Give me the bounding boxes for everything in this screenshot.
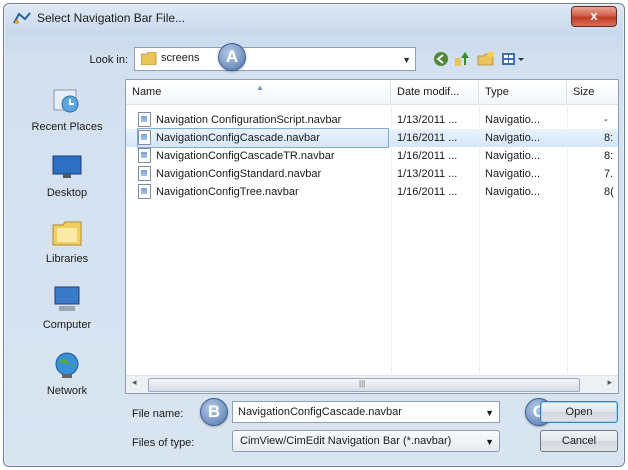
file-row[interactable]: Navigation ConfigurationScript.navbar 1/… (126, 111, 618, 129)
libraries-icon (52, 221, 82, 246)
folder-icon (141, 52, 157, 65)
scroll-left-arrow-icon[interactable]: ◂ (132, 377, 137, 388)
app-icon (13, 12, 31, 24)
close-button[interactable]: x (571, 6, 617, 27)
document-icon (138, 111, 151, 127)
file-list-header: Name ▲ Date modif... Type Size (126, 80, 618, 105)
file-row[interactable]: NavigationConfigStandard.navbar 1/13/201… (126, 165, 618, 183)
file-list[interactable]: Name ▲ Date modif... Type Size Navigatio… (125, 79, 619, 394)
file-type-cell: Navigatio... (485, 150, 541, 162)
file-type-value: CimView/CimEdit Navigation Bar (*.navbar… (240, 435, 452, 447)
file-row[interactable]: NavigationConfigCascadeTR.navbar 1/16/20… (126, 147, 618, 165)
file-name-cell: NavigationConfigCascadeTR.navbar (138, 147, 388, 165)
place-computer[interactable]: Computer (15, 284, 119, 331)
cancel-button[interactable]: Cancel (540, 430, 618, 452)
file-date-cell: 1/16/2011 ... (397, 186, 458, 198)
place-label: Recent Places (31, 121, 103, 133)
title-bar[interactable]: Select Navigation Bar File... x (4, 4, 624, 32)
dialog-window: Select Navigation Bar File... x Look in:… (3, 3, 625, 467)
file-size-cell: 7. (604, 168, 614, 180)
column-header-date[interactable]: Date modif... (391, 80, 479, 104)
window-title: Select Navigation Bar File... (37, 11, 186, 25)
recent-places-icon (53, 89, 79, 113)
chevron-down-icon[interactable]: ▼ (485, 437, 494, 447)
place-libraries[interactable]: Libraries (15, 218, 119, 265)
file-name-cell: NavigationConfigTree.navbar (138, 183, 388, 201)
document-icon (138, 165, 151, 181)
chevron-down-icon[interactable]: ▼ (485, 408, 494, 418)
desktop-icon (52, 155, 82, 178)
place-desktop[interactable]: Desktop (15, 152, 119, 199)
grip-icon: ||| (359, 379, 366, 388)
file-date-cell: 1/13/2011 ... (397, 168, 458, 180)
file-size-cell: - (604, 114, 608, 126)
file-name-cell: NavigationConfigCascade.navbar (137, 128, 389, 148)
file-date-cell: 1/16/2011 ... (397, 132, 458, 144)
new-folder-icon[interactable] (477, 50, 495, 68)
column-header-size[interactable]: Size (567, 80, 618, 104)
file-type-select[interactable]: CimView/CimEdit Navigation Bar (*.navbar… (232, 430, 500, 452)
chevron-down-icon[interactable]: ▼ (402, 55, 411, 65)
look-in-value: screens (161, 52, 200, 64)
look-in-combobox[interactable]: screens ▼ (134, 47, 416, 71)
file-type-cell: Navigatio... (485, 168, 541, 180)
file-name-label: File name: (132, 408, 184, 420)
place-label: Network (46, 385, 88, 397)
open-button[interactable]: Open (540, 401, 618, 423)
places-bar: Recent Places Desktop Libraries Computer (15, 78, 119, 436)
place-recent-places[interactable]: Recent Places (15, 86, 119, 133)
file-type-cell: Navigatio... (485, 132, 541, 144)
back-icon[interactable] (432, 50, 450, 68)
file-row-selected[interactable]: NavigationConfigCascade.navbar 1/16/2011… (126, 128, 618, 148)
views-menu-icon[interactable] (501, 50, 525, 68)
document-icon (138, 129, 151, 145)
horizontal-scrollbar[interactable]: ◂ ||| ▸ (126, 375, 618, 393)
column-header-name[interactable]: Name ▲ (126, 80, 391, 104)
file-date-cell: 1/13/2011 ... (397, 114, 458, 126)
place-label: Libraries (45, 253, 89, 265)
callout-a: A (218, 43, 246, 71)
file-name-input[interactable]: NavigationConfigCascade.navbar ▼ (232, 401, 500, 423)
file-name-cell: Navigation ConfigurationScript.navbar (138, 111, 388, 129)
document-icon (138, 183, 151, 199)
place-label: Computer (42, 319, 92, 331)
scrollbar-thumb[interactable]: ||| (148, 378, 580, 392)
callout-b: B (200, 398, 228, 426)
place-network[interactable]: Network (15, 350, 119, 397)
file-type-cell: Navigatio... (485, 186, 541, 198)
file-size-cell: 8: (604, 132, 614, 144)
file-name-value: NavigationConfigCascade.navbar (238, 406, 402, 418)
file-type-cell: Navigatio... (485, 114, 541, 126)
file-date-cell: 1/16/2011 ... (397, 150, 458, 162)
network-icon (55, 352, 79, 378)
sort-ascending-icon: ▲ (256, 83, 264, 92)
scroll-right-arrow-icon[interactable]: ▸ (607, 377, 612, 388)
file-row[interactable]: NavigationConfigTree.navbar 1/16/2011 ..… (126, 183, 618, 201)
column-header-type[interactable]: Type (479, 80, 567, 104)
file-type-label: Files of type: (132, 437, 195, 449)
file-size-cell: 8( (604, 186, 614, 198)
place-label: Desktop (46, 187, 88, 199)
computer-icon (54, 286, 80, 311)
document-icon (138, 147, 151, 163)
file-name-cell: NavigationConfigStandard.navbar (138, 165, 388, 183)
up-folder-icon[interactable] (453, 50, 471, 68)
look-in-label: Look in: (89, 54, 128, 66)
file-size-cell: 8: (604, 150, 614, 162)
